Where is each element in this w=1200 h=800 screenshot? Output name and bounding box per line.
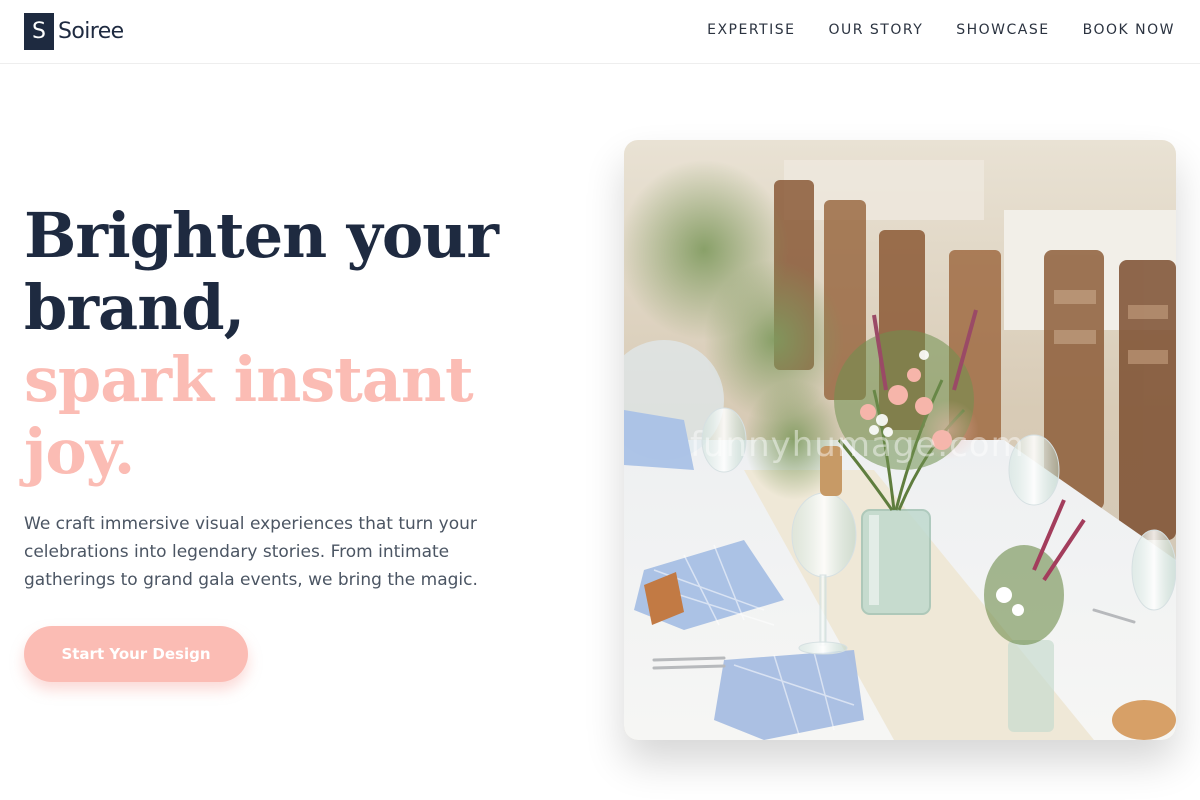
nav-item-expertise[interactable]: EXPERTISE — [707, 20, 795, 40]
logo-wordmark: Soiree — [58, 19, 124, 44]
headline-line-1: Brighten your — [24, 199, 499, 272]
headline-line-3: spark instant — [24, 343, 474, 416]
logo-mark: S — [24, 13, 54, 50]
headline-line-2: brand, — [24, 271, 245, 344]
nav-item-showcase[interactable]: SHOWCASE — [956, 20, 1049, 40]
logo[interactable]: S Soiree — [24, 13, 124, 50]
photo-watermark: funnyhumage.com — [690, 425, 1025, 465]
nav-item-book-now[interactable]: BOOK NOW — [1083, 20, 1175, 40]
hero-description: We craft immersive visual experiences th… — [24, 514, 478, 590]
site-header: S Soiree EXPERTISE OUR STORY SHOWCASE BO… — [0, 0, 1200, 64]
hero-headline: Brighten your brand, spark instant joy. — [24, 200, 564, 488]
nav-item-our-story[interactable]: OUR STORY — [828, 20, 923, 40]
start-design-button[interactable]: Start Your Design — [24, 626, 248, 682]
headline-line-4: joy. — [24, 415, 135, 488]
main-nav: EXPERTISE OUR STORY SHOWCASE BOOK NOW — [707, 20, 1175, 40]
